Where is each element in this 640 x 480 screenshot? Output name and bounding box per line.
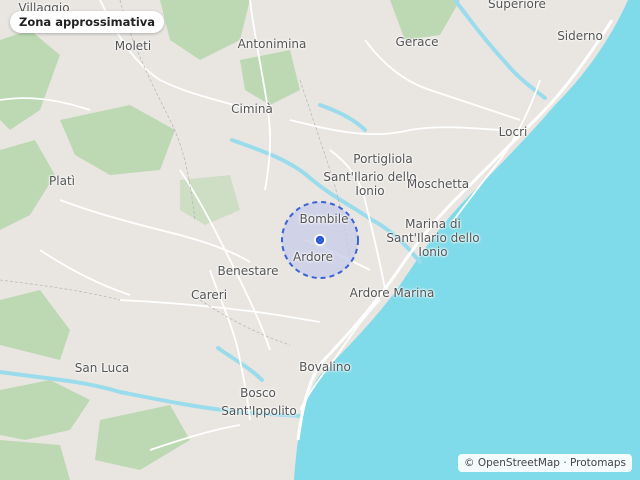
place-label-siderno: Siderno [557, 29, 603, 43]
marina-line-2: Sant'Ilario dello [386, 231, 480, 245]
place-label-ardore: Ardore [293, 250, 333, 264]
place-label-plati: Platì [49, 174, 75, 188]
place-label-marina-santilario: Marina di Sant'Ilario dello Ionio [386, 217, 479, 259]
place-label-moschetta: Moschetta [406, 177, 470, 191]
place-label-locri: Locri [498, 125, 528, 139]
approximate-zone-badge: Zona approssimativa [10, 11, 165, 33]
place-label-bombile: Bombile [299, 212, 349, 226]
santilario-line-2: Ionio [355, 184, 385, 198]
place-label-bosco: Bosco [240, 386, 276, 400]
place-label-careri: Careri [190, 288, 228, 302]
santilario-line-1: Sant'Ilario dello [323, 170, 417, 184]
place-label-cimina: Ciminà [231, 102, 273, 116]
place-label-superiore: Superiore [488, 0, 546, 11]
place-label-santippolito: Sant'Ippolito [221, 404, 297, 418]
map-attribution[interactable]: © OpenStreetMap · Protomaps [458, 454, 632, 472]
attribution-text: © OpenStreetMap · Protomaps [464, 457, 626, 469]
map-base [0, 0, 640, 480]
place-label-benestare: Benestare [217, 264, 279, 278]
place-label-bovalino: Bovalino [299, 360, 351, 374]
place-label-moleti: Moleti [114, 39, 152, 53]
location-marker[interactable] [315, 235, 325, 245]
marina-line-1: Marina di [405, 217, 461, 231]
place-label-santilario: Sant'Ilario dello Ionio [323, 170, 416, 198]
marina-line-3: Ionio [418, 245, 448, 259]
place-label-ardore-marina: Ardore Marina [349, 286, 435, 300]
place-label-gerace: Gerace [395, 35, 439, 49]
map-view[interactable]: Villaggio Moleti Antonimina Gerace Super… [0, 0, 640, 480]
place-label-antonimina: Antonimina [237, 37, 307, 51]
place-label-san-luca: San Luca [74, 361, 130, 375]
place-label-portigliola: Portigliola [353, 152, 413, 166]
